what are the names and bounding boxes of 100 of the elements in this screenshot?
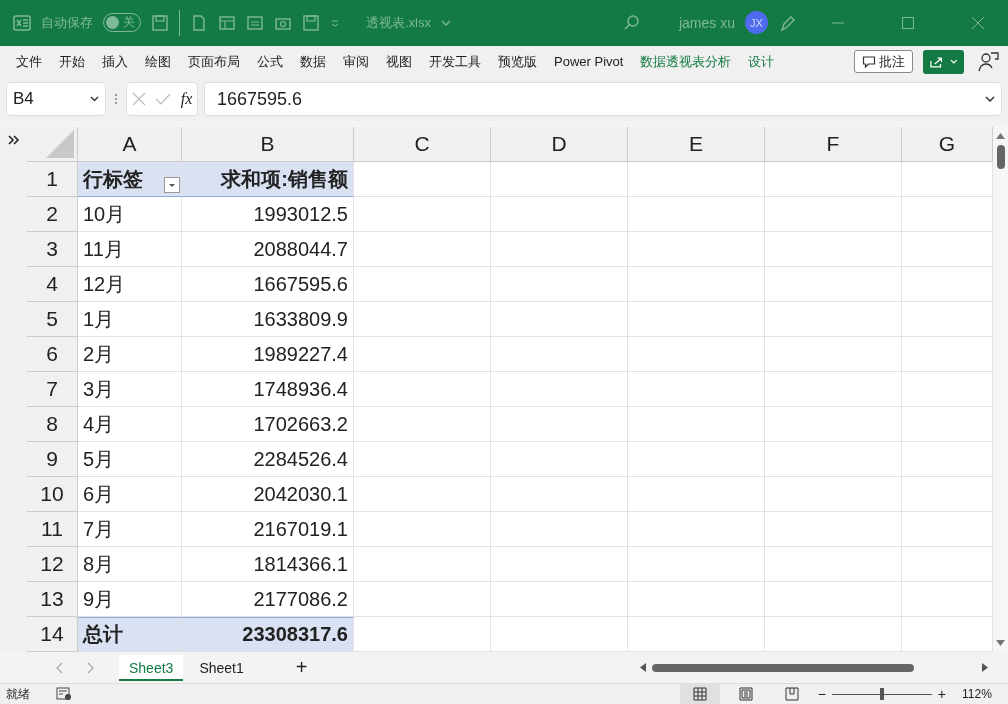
table-cell[interactable]: [628, 442, 765, 478]
scroll-up-icon[interactable]: [996, 133, 1005, 140]
expand-formula-icon[interactable]: [985, 95, 995, 103]
table-cell[interactable]: [354, 337, 491, 373]
row-header[interactable]: 4: [27, 267, 78, 303]
table-cell[interactable]: [765, 197, 902, 233]
row-header[interactable]: 8: [27, 407, 78, 443]
table-cell[interactable]: [628, 407, 765, 443]
table-icon[interactable]: [218, 13, 236, 32]
table-cell[interactable]: [491, 162, 628, 198]
table-cell[interactable]: [354, 442, 491, 478]
table-cell[interactable]: 1993012.5: [182, 197, 354, 233]
table-cell[interactable]: 行标签: [78, 162, 182, 198]
table-cell[interactable]: [628, 582, 765, 618]
table-cell[interactable]: 23308317.6: [182, 617, 354, 653]
table-cell[interactable]: [628, 302, 765, 338]
table-cell[interactable]: [628, 547, 765, 583]
ribbon-tab[interactable]: 视图: [386, 52, 412, 71]
next-sheet-icon[interactable]: [87, 661, 95, 674]
more-icon[interactable]: [112, 94, 120, 105]
table-cell[interactable]: 6月: [78, 477, 182, 513]
column-header[interactable]: D: [491, 127, 628, 163]
previous-sheet-icon[interactable]: [55, 661, 63, 674]
save-icon[interactable]: [151, 13, 169, 32]
column-header[interactable]: B: [182, 127, 354, 163]
column-header[interactable]: A: [78, 127, 182, 163]
table-cell[interactable]: 7月: [78, 512, 182, 548]
table-cell[interactable]: [765, 302, 902, 338]
scroll-down-icon[interactable]: [996, 640, 1005, 647]
ribbon-tab[interactable]: 绘图: [145, 52, 171, 71]
table-cell[interactable]: [765, 547, 902, 583]
ribbon-tab[interactable]: 预览版: [498, 52, 537, 71]
zoom-level[interactable]: 112%: [962, 687, 1002, 701]
share-button[interactable]: [923, 49, 964, 74]
table-cell[interactable]: [765, 407, 902, 443]
ribbon-tab[interactable]: 开发工具: [429, 52, 481, 71]
column-header[interactable]: F: [765, 127, 902, 163]
table-cell[interactable]: [491, 582, 628, 618]
table-cell[interactable]: 1748936.4: [182, 372, 354, 408]
save-icon[interactable]: [302, 13, 320, 32]
table-cell[interactable]: [354, 582, 491, 618]
scroll-thumb[interactable]: [652, 663, 914, 672]
table-cell[interactable]: 求和项:销售额: [182, 162, 354, 198]
ribbon-tab[interactable]: 页面布局: [188, 52, 240, 71]
table-cell[interactable]: [765, 477, 902, 513]
ribbon-tab[interactable]: 公式: [257, 52, 283, 71]
table-cell[interactable]: 2月: [78, 337, 182, 373]
column-header[interactable]: E: [628, 127, 765, 163]
row-header[interactable]: 6: [27, 337, 78, 373]
table-cell[interactable]: [628, 162, 765, 198]
search-icon[interactable]: [622, 13, 641, 32]
ribbon-tab[interactable]: 插入: [102, 52, 128, 71]
scroll-thumb[interactable]: [996, 145, 1005, 170]
zoom-out-button[interactable]: −: [817, 686, 826, 702]
check-icon[interactable]: [155, 93, 172, 106]
dropdown-icon[interactable]: [330, 17, 340, 28]
table-cell[interactable]: [354, 232, 491, 268]
table-cell[interactable]: 12月: [78, 267, 182, 303]
ribbon-tab[interactable]: 设计: [748, 52, 775, 71]
table-cell[interactable]: [491, 477, 628, 513]
form-icon[interactable]: [246, 13, 264, 32]
table-cell[interactable]: [765, 442, 902, 478]
table-cell[interactable]: [491, 372, 628, 408]
table-cell[interactable]: [765, 512, 902, 548]
table-cell[interactable]: [628, 197, 765, 233]
table-cell[interactable]: [491, 302, 628, 338]
table-cell[interactable]: 2088044.7: [182, 232, 354, 268]
table-cell[interactable]: 总计: [78, 617, 182, 653]
table-cell[interactable]: [628, 512, 765, 548]
column-header[interactable]: C: [354, 127, 491, 163]
table-cell[interactable]: [491, 337, 628, 373]
table-cell[interactable]: 5月: [78, 442, 182, 478]
table-cell[interactable]: 1月: [78, 302, 182, 338]
add-sheet-button[interactable]: +: [295, 656, 308, 680]
ribbon-tab[interactable]: 数据透视表分析: [640, 52, 732, 71]
table-cell[interactable]: [628, 337, 765, 373]
excel-icon[interactable]: [13, 13, 31, 32]
table-cell[interactable]: [354, 162, 491, 198]
table-cell[interactable]: [765, 372, 902, 408]
table-cell[interactable]: [765, 232, 902, 268]
select-all-icon[interactable]: [46, 130, 74, 159]
table-cell[interactable]: [491, 267, 628, 303]
table-cell[interactable]: [765, 337, 902, 373]
table-cell[interactable]: 1667595.6: [182, 267, 354, 303]
table-cell[interactable]: [354, 407, 491, 443]
filter-dropdown-icon[interactable]: [164, 177, 180, 194]
table-cell[interactable]: 10月: [78, 197, 182, 233]
row-header[interactable]: 3: [27, 232, 78, 268]
row-header[interactable]: 10: [27, 477, 78, 513]
sheet-tab[interactable]: Sheet3: [119, 654, 184, 681]
table-cell[interactable]: [491, 442, 628, 478]
table-cell[interactable]: 1633809.9: [182, 302, 354, 338]
table-cell[interactable]: [628, 372, 765, 408]
column-header[interactable]: G: [902, 127, 993, 163]
table-cell[interactable]: [491, 512, 628, 548]
table-cell[interactable]: 2284526.4: [182, 442, 354, 478]
accessibility-icon[interactable]: [56, 687, 72, 701]
row-header[interactable]: 5: [27, 302, 78, 338]
scroll-right-icon[interactable]: [982, 663, 988, 673]
table-cell[interactable]: [354, 477, 491, 513]
